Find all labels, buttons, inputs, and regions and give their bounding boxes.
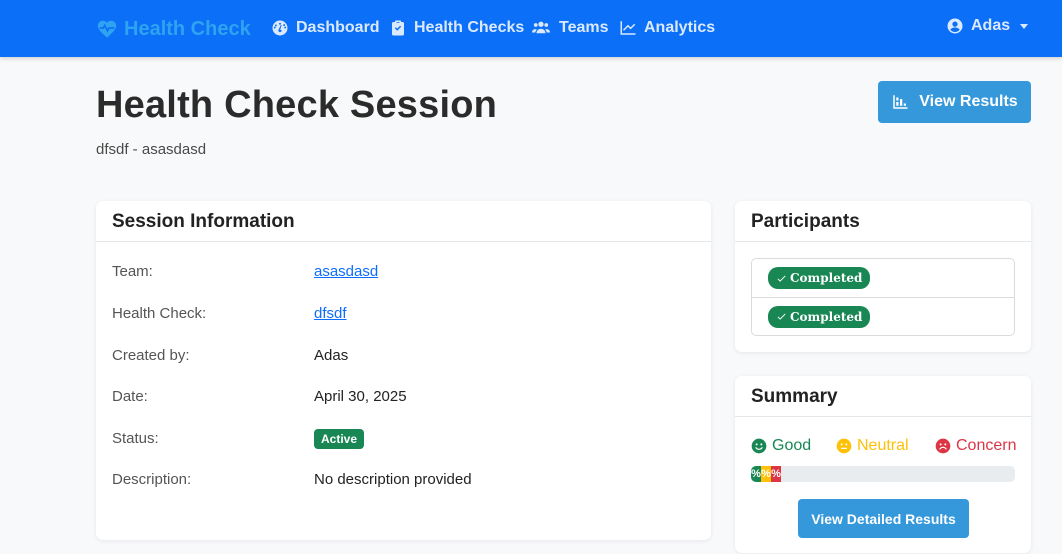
user-name: Adas	[971, 17, 1011, 34]
created-by-value: Adas	[314, 347, 349, 364]
summary-progress-bar: % % %	[751, 466, 1015, 482]
info-label: Team:	[112, 263, 153, 280]
completed-badge: Completed	[768, 267, 871, 289]
status-badge: Active	[314, 429, 365, 449]
dashboard-icon	[272, 20, 288, 36]
nav-teams[interactable]: Teams	[530, 17, 609, 39]
completed-badge: Completed	[768, 305, 871, 328]
participants-card: Participants Completed Completed	[735, 201, 1031, 352]
nav-health-checks[interactable]: Health Checks	[389, 17, 524, 39]
info-label: Date:	[112, 388, 148, 405]
legend-good: Good	[751, 437, 811, 455]
bar-chart-icon	[893, 95, 908, 109]
session-info-card: Session Information Team: asasdasd Healt…	[96, 201, 711, 540]
progress-concern: %	[771, 466, 781, 482]
summary-card: Summary Good Neutral Concern % % % View …	[735, 376, 1031, 553]
chart-line-icon	[620, 21, 636, 35]
users-icon	[532, 21, 550, 34]
user-circle-icon	[947, 18, 963, 34]
view-detailed-results-button[interactable]: View Detailed Results	[798, 499, 969, 538]
clipboard-icon	[392, 20, 404, 36]
view-results-button[interactable]: View Results	[878, 81, 1031, 123]
summary-title: Summary	[735, 376, 1031, 417]
meh-icon	[836, 438, 852, 454]
completed-label: Completed	[790, 309, 863, 324]
participants-list: Completed Completed	[751, 258, 1015, 336]
frown-icon	[935, 438, 951, 454]
health-check-link[interactable]: dfsdf	[314, 305, 347, 322]
legend-neutral-label: Neutral	[857, 437, 909, 454]
nav-analytics[interactable]: Analytics	[619, 17, 715, 39]
info-label: Health Check:	[112, 305, 207, 322]
smile-icon	[751, 438, 767, 454]
nav-dashboard[interactable]: Dashboard	[271, 17, 380, 39]
list-item: Completed	[752, 259, 1014, 297]
navbar: Health Check Dashboard Health Checks Tea…	[0, 0, 1062, 57]
page-subtitle: dfsdf - asasdasd	[96, 141, 207, 158]
status-value: Active	[314, 429, 365, 449]
page-title: Health Check Session	[96, 84, 498, 126]
legend-neutral: Neutral	[836, 437, 909, 455]
date-value: April 30, 2025	[314, 388, 407, 405]
participants-title: Participants	[735, 201, 1031, 242]
session-info-title: Session Information	[96, 201, 711, 242]
nav-health-checks-label: Health Checks	[414, 19, 525, 36]
user-menu[interactable]: Adas	[946, 17, 1029, 35]
legend-good-label: Good	[772, 437, 812, 454]
info-label: Created by:	[112, 347, 190, 364]
list-item: Completed	[752, 297, 1014, 335]
chevron-down-icon	[1020, 23, 1029, 29]
legend-concern: Concern	[935, 437, 1016, 455]
nav-dashboard-label: Dashboard	[296, 19, 380, 36]
nav-teams-label: Teams	[559, 19, 609, 36]
brand-label: Health Check	[124, 17, 251, 40]
legend-concern-label: Concern	[956, 437, 1017, 454]
info-label: Status:	[112, 430, 159, 447]
completed-label: Completed	[790, 271, 863, 285]
heartbeat-icon	[97, 20, 117, 38]
view-results-label: View Results	[919, 93, 1018, 110]
brand[interactable]: Health Check	[96, 16, 251, 42]
check-icon	[777, 275, 786, 282]
info-label: Description:	[112, 471, 192, 488]
team-link[interactable]: asasdasd	[314, 263, 378, 280]
progress-neutral: %	[761, 466, 771, 482]
progress-good: %	[751, 466, 761, 482]
check-icon	[777, 313, 786, 320]
description-value: No description provided	[314, 471, 472, 488]
nav-analytics-label: Analytics	[644, 19, 716, 36]
